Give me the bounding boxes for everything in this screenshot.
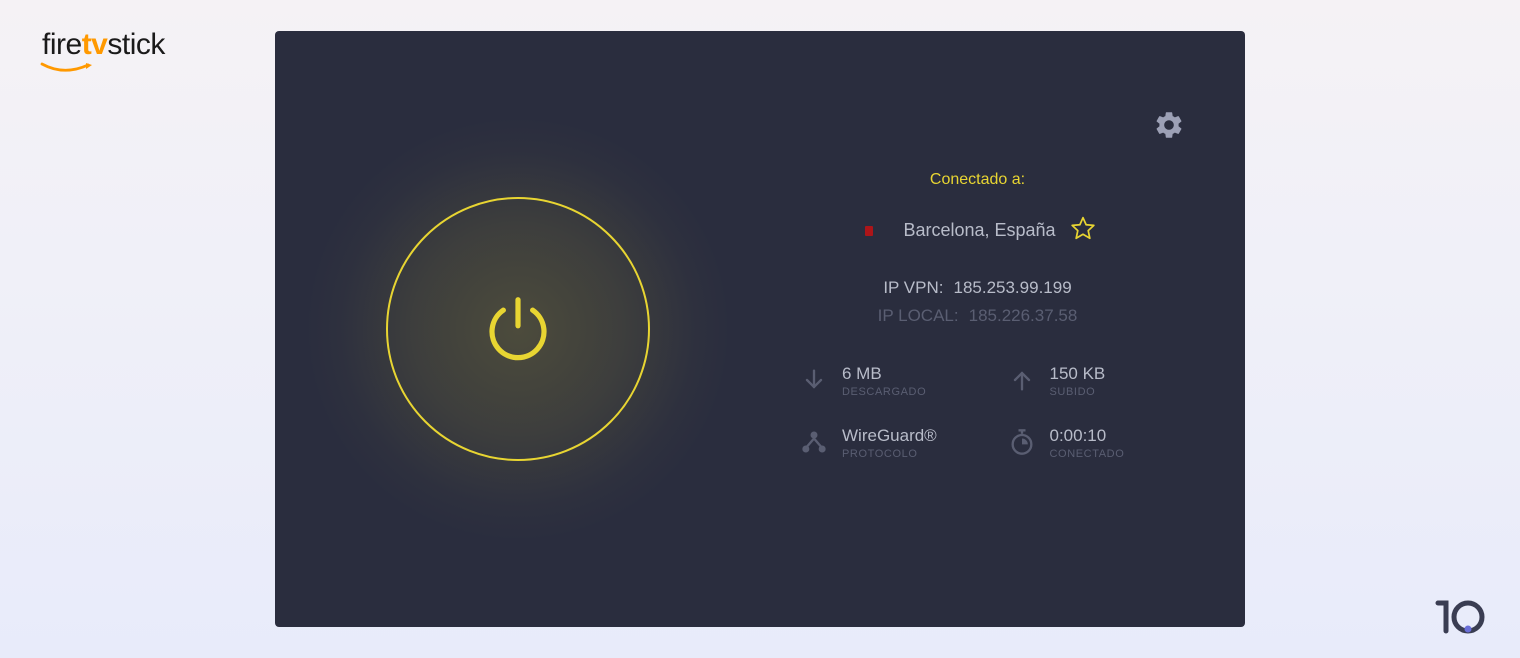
top10vpn-logo [1432, 595, 1488, 640]
ip-info: IP VPN: 185.253.99.199 IP LOCAL: 185.226… [790, 274, 1205, 330]
duration-value: 0:00:10 [1050, 426, 1125, 446]
uploaded-value: 150 KB [1050, 364, 1106, 384]
duration-label: CONECTADO [1050, 448, 1125, 460]
downloaded-stat: 6 MB DESCARGADO [800, 364, 998, 398]
uploaded-stat: 150 KB SUBIDO [1008, 364, 1206, 398]
vpn-app-window: Conectado a: Barcelona, España IP VPN: 1… [275, 31, 1245, 627]
downloaded-value: 6 MB [842, 364, 926, 384]
upload-icon [1008, 366, 1036, 394]
power-button[interactable] [386, 197, 650, 461]
spain-flag-icon [859, 216, 889, 246]
amazon-swoosh-icon [40, 62, 94, 78]
uploaded-label: SUBIDO [1050, 386, 1106, 398]
power-icon [479, 290, 557, 368]
downloaded-label: DESCARGADO [842, 386, 926, 398]
logo-fire: fire [42, 28, 82, 62]
settings-button[interactable] [1153, 109, 1185, 141]
star-outline-icon [1070, 215, 1096, 241]
top10vpn-icon [1432, 595, 1488, 635]
connection-info-panel: Conectado a: Barcelona, España IP VPN: 1… [760, 171, 1245, 460]
server-location-row[interactable]: Barcelona, España [790, 215, 1205, 246]
vpn-ip-value: 185.253.99.199 [953, 274, 1071, 302]
local-ip-label: IP LOCAL: [878, 302, 959, 330]
vpn-ip-label: IP VPN: [883, 274, 943, 302]
vpn-ip-row: IP VPN: 185.253.99.199 [790, 274, 1165, 302]
connected-to-label: Conectado a: [790, 171, 1205, 189]
gear-icon [1153, 109, 1185, 141]
local-ip-row: IP LOCAL: 185.226.37.58 [790, 302, 1165, 330]
server-location-name: Barcelona, España [903, 220, 1055, 241]
protocol-icon [800, 428, 828, 456]
connection-toggle-panel [275, 31, 760, 627]
local-ip-value: 185.226.37.58 [969, 302, 1078, 330]
protocol-value: WireGuard® [842, 426, 937, 446]
logo-tv: tv [82, 28, 108, 62]
download-icon [800, 366, 828, 394]
favorite-button[interactable] [1070, 215, 1096, 246]
logo-stick: stick [107, 28, 165, 62]
protocol-stat: WireGuard® PROTOCOLO [800, 426, 998, 460]
protocol-label: PROTOCOLO [842, 448, 937, 460]
stopwatch-icon [1008, 428, 1036, 456]
firetv-stick-logo: fire tv stick [42, 28, 165, 62]
duration-stat: 0:00:10 CONECTADO [1008, 426, 1206, 460]
stats-grid: 6 MB DESCARGADO 150 KB SUBIDO WireGuar [790, 364, 1205, 460]
